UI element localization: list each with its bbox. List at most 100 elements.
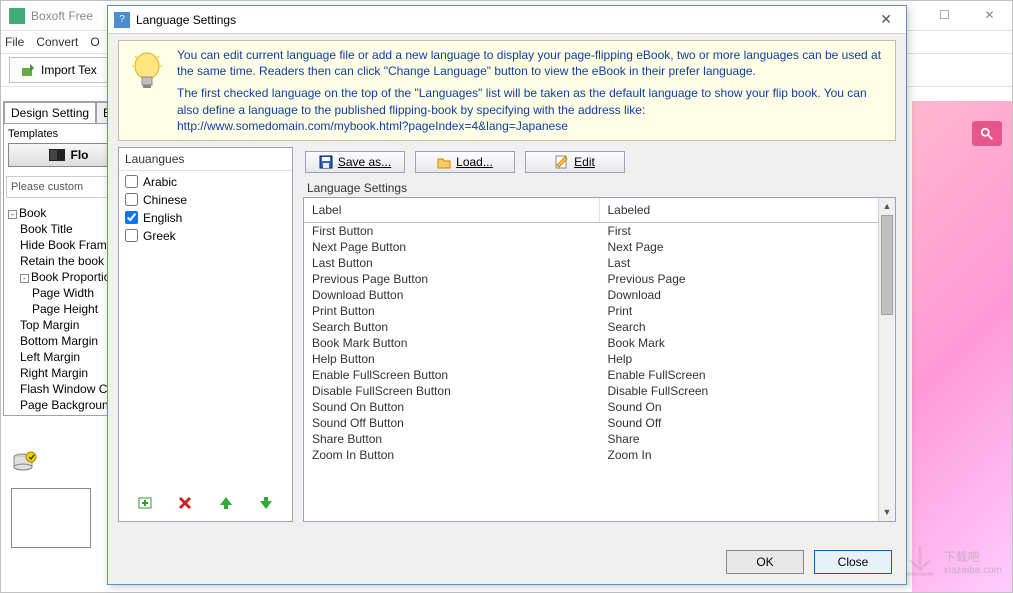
- table-cell: Previous Page: [600, 271, 896, 287]
- move-down-button[interactable]: [256, 493, 276, 513]
- language-label: English: [143, 211, 182, 225]
- table-row[interactable]: Book Mark ButtonBook Mark: [304, 335, 895, 351]
- language-item[interactable]: Greek: [125, 227, 286, 245]
- save-as-label: Save as...: [338, 155, 391, 169]
- table-cell: Print: [600, 303, 896, 319]
- language-label: Greek: [143, 229, 176, 243]
- languages-toolbar: [119, 489, 292, 517]
- scrollbar[interactable]: ▲ ▼: [878, 198, 895, 521]
- import-icon: [20, 62, 36, 78]
- scroll-thumb[interactable]: [881, 215, 893, 315]
- table-row[interactable]: Disable FullScreen ButtonDisable FullScr…: [304, 383, 895, 399]
- close-button[interactable]: ✕: [967, 1, 1012, 29]
- database-icon: [11, 451, 39, 479]
- edit-button[interactable]: Edit: [525, 151, 625, 173]
- help-icon: ?: [114, 12, 130, 28]
- info-link[interactable]: http://www.somedomain.com/mybook.html?pa…: [177, 119, 568, 133]
- table-cell: Download Button: [304, 287, 600, 303]
- templates-button-label: Flo: [71, 148, 89, 162]
- table-row[interactable]: Enable FullScreen ButtonEnable FullScree…: [304, 367, 895, 383]
- menu-convert[interactable]: Convert: [36, 35, 78, 49]
- table-row[interactable]: Print ButtonPrint: [304, 303, 895, 319]
- table-cell: First Button: [304, 223, 600, 239]
- table-cell: Next Page: [600, 239, 896, 255]
- language-label: Arabic: [143, 175, 177, 189]
- languages-list: Arabic Chinese English Greek: [119, 171, 292, 247]
- background-decoration: [912, 101, 1012, 592]
- table-cell: Zoom In Button: [304, 447, 600, 463]
- grid-header: Label Labeled: [304, 198, 895, 223]
- table-cell: Download: [600, 287, 896, 303]
- watermark-text: 下载吧: [944, 548, 1002, 565]
- language-item[interactable]: Chinese: [125, 191, 286, 209]
- table-cell: Book Mark: [600, 335, 896, 351]
- edit-icon: [555, 155, 569, 169]
- dialog-footer: OK Close: [726, 550, 892, 574]
- info-text: You can edit current language file or ad…: [177, 47, 887, 134]
- table-row[interactable]: Last ButtonLast: [304, 255, 895, 271]
- magnifier-icon: [980, 127, 994, 141]
- settings-toolbar: Save as... Load... Edit: [303, 147, 896, 177]
- table-cell: Share: [600, 431, 896, 447]
- db-widget: [11, 451, 91, 548]
- table-row[interactable]: First ButtonFirst: [304, 223, 895, 239]
- table-row[interactable]: Help ButtonHelp: [304, 351, 895, 367]
- table-cell: Disable FullScreen Button: [304, 383, 600, 399]
- table-cell: Help Button: [304, 351, 600, 367]
- folder-open-icon: [437, 155, 451, 169]
- col-label[interactable]: Label: [304, 198, 600, 222]
- tab-design-setting[interactable]: Design Setting: [4, 102, 96, 123]
- table-cell: Sound On Button: [304, 399, 600, 415]
- import-label: Import Tex: [41, 63, 97, 77]
- table-cell: Print Button: [304, 303, 600, 319]
- import-button[interactable]: Import Tex: [9, 57, 108, 83]
- scroll-up-icon[interactable]: ▲: [879, 198, 895, 215]
- language-item[interactable]: English: [125, 209, 286, 227]
- table-row[interactable]: Share ButtonShare: [304, 431, 895, 447]
- watermark-sub: xiazaiba.com: [944, 565, 1002, 576]
- dialog-close-button[interactable]: ✕: [872, 9, 900, 30]
- table-row[interactable]: Sound On ButtonSound On: [304, 399, 895, 415]
- table-row[interactable]: Zoom In ButtonZoom In: [304, 447, 895, 463]
- save-as-button[interactable]: Save as...: [305, 151, 405, 173]
- language-settings-dialog: ? Language Settings ✕ You can edit curre…: [107, 5, 907, 585]
- table-cell: Sound Off: [600, 415, 896, 431]
- grid-body[interactable]: First ButtonFirstNext Page ButtonNext Pa…: [304, 223, 895, 518]
- dialog-titlebar[interactable]: ? Language Settings ✕: [108, 6, 906, 34]
- table-cell: Next Page Button: [304, 239, 600, 255]
- scroll-down-icon[interactable]: ▼: [879, 504, 895, 521]
- load-label: Load...: [456, 155, 493, 169]
- app-title: Boxoft Free: [31, 9, 93, 23]
- app-icon: [9, 8, 25, 24]
- grid-label: Language Settings: [303, 177, 896, 197]
- table-row[interactable]: Previous Page ButtonPrevious Page: [304, 271, 895, 287]
- table-cell: Disable FullScreen: [600, 383, 896, 399]
- close-button[interactable]: Close: [814, 550, 892, 574]
- table-cell: Enable FullScreen: [600, 367, 896, 383]
- remove-language-button[interactable]: [175, 493, 195, 513]
- language-checkbox[interactable]: [125, 175, 138, 188]
- language-checkbox[interactable]: [125, 211, 138, 224]
- menu-other[interactable]: O: [90, 35, 99, 49]
- move-up-button[interactable]: [216, 493, 236, 513]
- add-language-button[interactable]: [135, 493, 155, 513]
- languages-panel: Lauangues ArabicChineseEnglishGreek: [118, 147, 293, 522]
- table-row[interactable]: Download ButtonDownload: [304, 287, 895, 303]
- ok-button[interactable]: OK: [726, 550, 804, 574]
- preview-box: [11, 488, 91, 548]
- table-cell: First: [600, 223, 896, 239]
- table-row[interactable]: Next Page ButtonNext Page: [304, 239, 895, 255]
- language-checkbox[interactable]: [125, 229, 138, 242]
- language-checkbox[interactable]: [125, 193, 138, 206]
- disk-icon: [319, 155, 333, 169]
- col-labeled[interactable]: Labeled: [600, 198, 896, 222]
- search-icon-button[interactable]: [972, 121, 1002, 146]
- table-row[interactable]: Sound Off ButtonSound Off: [304, 415, 895, 431]
- table-row[interactable]: Search ButtonSearch: [304, 319, 895, 335]
- info-box: You can edit current language file or ad…: [118, 40, 896, 141]
- language-item[interactable]: Arabic: [125, 173, 286, 191]
- maximize-button[interactable]: ☐: [922, 1, 967, 29]
- load-button[interactable]: Load...: [415, 151, 515, 173]
- info-line-1: You can edit current language file or ad…: [177, 47, 887, 79]
- menu-file[interactable]: File: [5, 35, 24, 49]
